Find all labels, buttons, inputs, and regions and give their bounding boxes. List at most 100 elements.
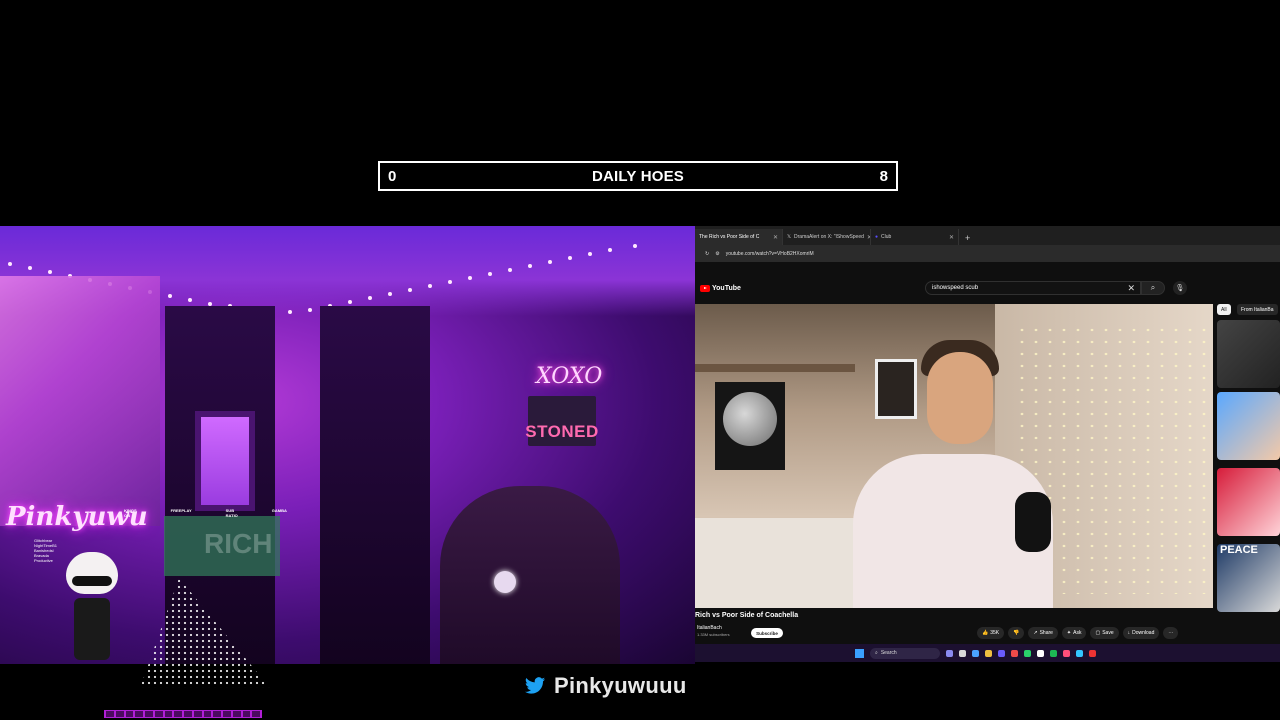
stats-headers: KINGS ON FREEPLAY SUB RATIO GAMBA xyxy=(124,508,287,518)
youtube-logo[interactable]: YouTube xyxy=(700,284,741,292)
video-actions: 👍 35K 👎 ↗ Share ✦ Ask ▢ Save ↓ Download ⋯ xyxy=(977,627,1179,639)
avatar-glasses xyxy=(72,576,112,586)
download-button[interactable]: ↓ Download xyxy=(1122,627,1160,639)
channel-info[interactable]: ItalianBach 1.33M subscribers xyxy=(697,625,730,637)
app-icon[interactable] xyxy=(972,649,979,657)
mic-button[interactable]: 🎙 xyxy=(1173,281,1187,295)
more-button[interactable]: ⋯ xyxy=(1163,627,1179,639)
video-player[interactable] xyxy=(695,304,1213,608)
site-info-icon[interactable]: ⚙ xyxy=(715,251,719,257)
subscriber-count: 1.33M subscribers xyxy=(697,632,730,637)
close-icon[interactable]: ✕ xyxy=(949,234,954,241)
man-head xyxy=(927,352,993,444)
app-icon[interactable] xyxy=(1024,649,1031,657)
stats-header: SUB RATIO xyxy=(225,508,238,518)
subscribe-button[interactable]: Subscribe xyxy=(751,628,783,638)
search-button[interactable]: ⌕ xyxy=(1141,281,1165,295)
taskbar-search[interactable]: ⌕ Search xyxy=(870,647,940,659)
share-button[interactable]: ↗ Share xyxy=(1028,627,1058,639)
club-icon: ● xyxy=(875,234,879,240)
save-label: Save xyxy=(1102,630,1114,636)
browser-tab[interactable]: ● Club ✕ xyxy=(871,229,959,245)
twitter-handle-text: Pinkyuwuuu xyxy=(554,673,687,698)
new-tab-button[interactable]: + xyxy=(959,233,976,245)
video-shelf xyxy=(695,364,855,372)
moon-poster xyxy=(715,382,785,470)
stats-header: GAMBA xyxy=(271,508,287,513)
screen-share: The Rich vs Poor Side of C ✕ 𝕏 DramaAler… xyxy=(695,226,1280,662)
app-icon[interactable] xyxy=(1037,649,1044,657)
stats-header: FREEPLAY xyxy=(170,508,192,513)
reload-icon[interactable]: ↻ xyxy=(705,251,709,257)
tab-label: The Rich vs Poor Side of C xyxy=(699,234,760,240)
app-icon[interactable] xyxy=(946,649,953,657)
discord-icon[interactable] xyxy=(998,649,1005,657)
ask-button[interactable]: ✦ Ask xyxy=(1061,627,1087,639)
ask-label: Ask xyxy=(1073,630,1082,636)
counter-right-value: 8 xyxy=(879,167,888,185)
youtube-play-icon xyxy=(700,284,710,292)
dislike-button[interactable]: 👎 xyxy=(1008,627,1025,639)
url-text[interactable]: youtube.com/watch?v=VHoB2HXomriM xyxy=(726,251,814,257)
app-icon[interactable] xyxy=(959,649,966,657)
recommended-thumbnail[interactable] xyxy=(1217,468,1280,536)
share-label: Share xyxy=(1039,630,1053,636)
counter-title: DAILY HOES xyxy=(591,167,685,185)
folder-icon[interactable] xyxy=(985,649,992,657)
recommended-thumbnail[interactable] xyxy=(1217,320,1280,388)
chip-from-channel[interactable]: From ItalianBa xyxy=(1237,304,1278,315)
youtube-header: YouTube ishowspeed scub ✕ ⌕ 🎙 xyxy=(695,277,1280,299)
browser-tab[interactable]: The Rich vs Poor Side of C ✕ xyxy=(695,229,783,245)
search-icon: ⌕ xyxy=(875,650,878,656)
counter-left-value: 0 xyxy=(388,167,397,185)
like-button[interactable]: 👍 35K xyxy=(977,627,1005,639)
app-icon[interactable] xyxy=(1089,649,1096,657)
bookmark-icon: ▢ xyxy=(1095,630,1101,636)
neon-xoxo-sign: XOXO xyxy=(536,364,603,389)
browser-tab[interactable]: 𝕏 DramaAlert on X: "IShowSpeed ✕ xyxy=(783,229,871,245)
video-title: Rich vs Poor Side of Coachella xyxy=(695,612,799,619)
chip-all[interactable]: All xyxy=(1217,304,1231,315)
recommended-thumbnail[interactable] xyxy=(1217,392,1280,460)
windows-start-icon[interactable] xyxy=(855,648,864,658)
taskbar-search-label: Search xyxy=(880,650,897,656)
picture-frame xyxy=(875,359,917,419)
channel-name[interactable]: ItalianBach xyxy=(697,625,722,631)
browser-tab-bar: The Rich vs Poor Side of C ✕ 𝕏 DramaAler… xyxy=(695,226,1280,245)
stoned-sign: STONED xyxy=(525,396,598,446)
download-label: Download xyxy=(1132,630,1155,636)
tab-label: DramaAlert on X: "IShowSpeed xyxy=(794,234,864,240)
mic-icon: 🎙 xyxy=(1175,285,1185,292)
search-icon: ⌕ xyxy=(1150,283,1156,292)
thumbnail-text-peace: PEACE xyxy=(1220,544,1258,556)
share-icon: ↗ xyxy=(1033,630,1038,636)
sparkle-icon: ✦ xyxy=(1066,630,1072,636)
windows-taskbar: ⌕ Search xyxy=(695,644,1280,662)
app-icon[interactable] xyxy=(1063,649,1070,657)
doorway xyxy=(195,411,255,511)
youtube-logo-text: YouTube xyxy=(712,284,741,292)
streamer xyxy=(440,486,620,664)
daily-counter-bar: 0 DAILY HOES 8 xyxy=(378,161,898,191)
board-text: RICH xyxy=(204,528,273,559)
youtube-search-input[interactable]: ishowspeed scub ✕ xyxy=(925,281,1141,295)
clear-icon[interactable]: ✕ xyxy=(1127,283,1135,294)
twitter-bird-icon xyxy=(524,677,546,694)
anime-poster xyxy=(0,276,160,526)
spotify-icon[interactable] xyxy=(1050,649,1057,657)
app-icon[interactable] xyxy=(1076,649,1083,657)
close-icon[interactable]: ✕ xyxy=(773,234,778,241)
microphone xyxy=(1015,492,1051,552)
bed xyxy=(695,518,855,608)
more-icon: ⋯ xyxy=(1168,630,1174,636)
search-value: ishowspeed scub xyxy=(932,285,979,291)
x-logo-icon: 𝕏 xyxy=(787,234,792,240)
avatar-head xyxy=(66,552,118,594)
stats-header: KINGS ON xyxy=(124,508,137,518)
save-button[interactable]: ▢ Save xyxy=(1090,627,1119,639)
app-icon[interactable] xyxy=(1011,649,1018,657)
stats-board: RICH xyxy=(164,516,280,576)
url-bar[interactable]: ↻ ⚙ youtube.com/watch?v=VHoB2HXomriM xyxy=(695,245,1280,262)
twitter-handle: Pinkyuwuuu xyxy=(524,673,687,699)
curtain-right xyxy=(320,306,430,664)
